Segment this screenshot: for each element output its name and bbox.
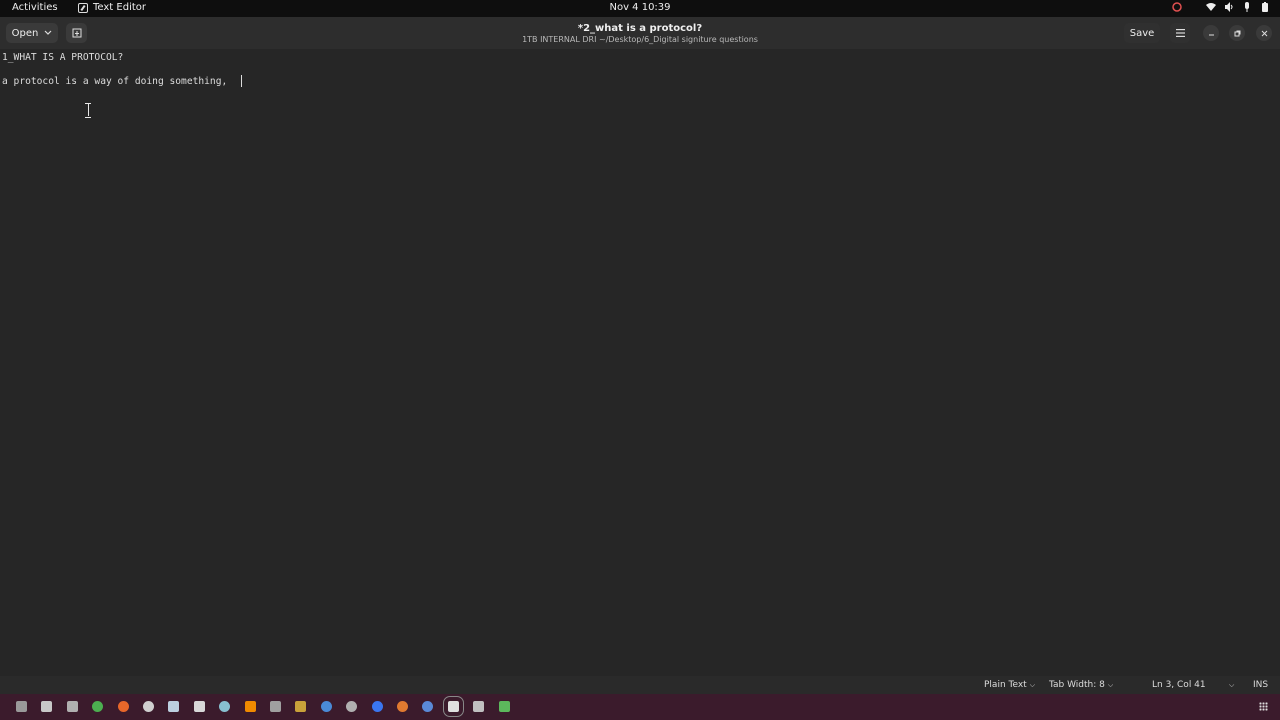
minimize-button[interactable] [1203, 25, 1219, 41]
vlc-icon[interactable] [244, 701, 256, 712]
chat-icon[interactable] [346, 701, 358, 712]
chrome-icon[interactable] [92, 701, 104, 712]
folder-icon[interactable] [66, 701, 78, 712]
tab-width-selector[interactable]: Tab Width: 8 ⌵ [1049, 680, 1113, 690]
tools-icon[interactable] [270, 701, 281, 712]
document-icon[interactable] [473, 701, 485, 712]
insert-mode[interactable]: INS [1253, 680, 1268, 690]
signal-icon[interactable] [371, 701, 383, 712]
battery-icon[interactable] [1260, 2, 1270, 12]
volume-icon[interactable] [1224, 2, 1234, 12]
document-path: 1TB INTERNAL DRI ~/Desktop/6_Digital sig… [522, 35, 758, 44]
clock[interactable]: Nov 4 10:39 [0, 2, 1280, 13]
spreadsheet-icon[interactable] [498, 701, 510, 712]
position-menu-chevron-icon[interactable]: ⌵ [1226, 680, 1234, 690]
document-title: *2_what is a protocol? [577, 23, 703, 34]
text-editor-icon[interactable] [442, 696, 464, 717]
cursor-position[interactable]: Ln 3, Col 41 [1152, 680, 1206, 690]
wifi-icon[interactable] [1206, 2, 1216, 12]
save-button[interactable]: Save [1124, 23, 1160, 43]
system-tray[interactable] [1172, 2, 1270, 12]
chevron-down-icon: ⌵ [1107, 681, 1114, 689]
hamburger-menu-icon [1175, 29, 1185, 37]
header-bar: Open *2_what is a protocol? 1TB INTERNAL… [0, 17, 1280, 49]
show-apps-icon[interactable] [1259, 702, 1268, 711]
settings-icon[interactable] [143, 701, 154, 712]
update-icon[interactable] [1172, 2, 1182, 12]
title-area: *2_what is a protocol? 1TB INTERNAL DRI … [0, 23, 1280, 45]
software-icon[interactable] [219, 701, 231, 712]
top-bar: Activities Text Editor Nov 4 10:39 [0, 0, 1280, 17]
files-icon[interactable] [16, 701, 27, 712]
restore-icon [1234, 30, 1240, 36]
steam-icon[interactable] [168, 701, 180, 712]
chevron-down-icon: ⌵ [1029, 681, 1036, 689]
status-bar: Plain Text ⌵ Tab Width: 8 ⌵ Ln 3, Col 41 ⌵… [0, 676, 1280, 694]
language-label: Plain Text [984, 680, 1027, 690]
microphone-icon[interactable] [1242, 2, 1252, 12]
terminal-icon[interactable] [41, 701, 53, 712]
close-button[interactable] [1256, 25, 1272, 41]
dock [0, 694, 1280, 720]
text-editor-area[interactable]: 1_WHAT IS A PROTOCOL? a protocol is a wa… [0, 49, 1280, 676]
language-selector[interactable]: Plain Text ⌵ [984, 680, 1035, 690]
close-icon [1261, 30, 1267, 36]
ibeam-cursor-icon [85, 103, 91, 118]
firefox-icon[interactable] [117, 701, 129, 712]
game-icon[interactable] [397, 701, 408, 712]
main-menu-button[interactable] [1170, 23, 1190, 43]
app-icon[interactable] [193, 701, 205, 712]
tab-width-label: Tab Width: 8 [1049, 680, 1105, 690]
editor-line-1[interactable]: 1_WHAT IS A PROTOCOL? [2, 52, 123, 63]
blender-icon[interactable] [320, 701, 332, 712]
minimize-icon [1208, 34, 1214, 35]
globe-icon[interactable] [422, 701, 434, 712]
maximize-button[interactable] [1229, 25, 1245, 41]
editor-line-3[interactable]: a protocol is a way of doing something, [2, 76, 233, 87]
paint-icon[interactable] [295, 701, 307, 712]
text-caret [241, 75, 242, 87]
